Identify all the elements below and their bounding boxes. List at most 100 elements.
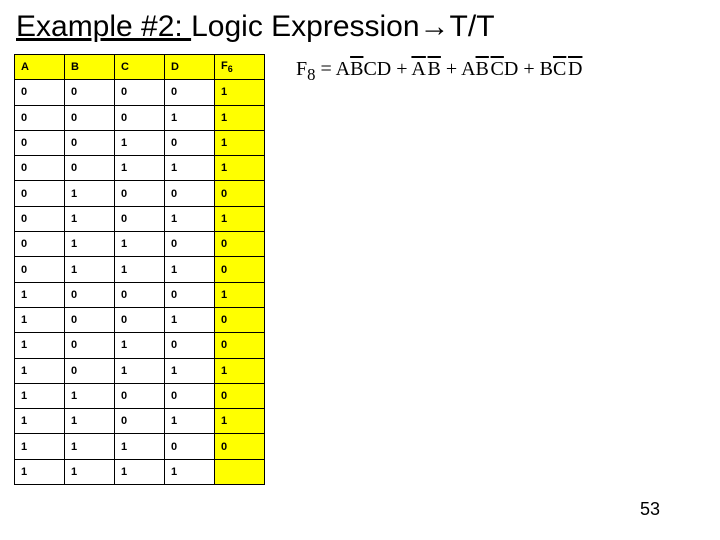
table-cell: 1 [165,257,215,282]
th-B: B [65,55,115,80]
table-row: 10100 [15,333,265,358]
plus2: + [441,58,461,80]
expr-F: F [296,58,307,80]
table-cell: 0 [65,156,115,181]
table-cell: 1 [215,282,265,307]
table-cell: 1 [65,459,115,484]
table-cell: 0 [165,181,215,206]
plus1: + [391,58,411,80]
table-cell: 1 [15,282,65,307]
table-cell: 1 [115,130,165,155]
table-cell: 0 [115,409,165,434]
table-cell: 0 [65,307,115,332]
table-cell: 0 [115,80,165,105]
th-C: C [115,55,165,80]
table-cell: 1 [115,232,165,257]
th-D: D [165,55,215,80]
table-cell: 1 [165,459,215,484]
table-cell: 0 [115,307,165,332]
table-cell: 0 [215,434,265,459]
table-cell: 0 [15,156,65,181]
table-cell: 0 [165,333,215,358]
table-row: 11000 [15,383,265,408]
table-cell: 0 [115,206,165,231]
table-cell: 0 [215,257,265,282]
table-cell: 1 [65,206,115,231]
table-row: 1111 [15,459,265,484]
table-cell: 1 [215,156,265,181]
table-cell: 1 [115,333,165,358]
table-row: 01100 [15,232,265,257]
table-cell: 1 [15,434,65,459]
table-row: 00001 [15,80,265,105]
table-cell: 1 [65,181,115,206]
table-row: 01011 [15,206,265,231]
table-cell: 1 [65,257,115,282]
table-cell: 0 [65,282,115,307]
table-cell: 1 [165,156,215,181]
table-cell: 1 [115,156,165,181]
table-head: A B C D F6 [15,55,265,80]
table-cell: 1 [65,434,115,459]
table-cell: 0 [65,333,115,358]
table-cell: 0 [115,181,165,206]
table-row: 01110 [15,257,265,282]
plus3: + [518,58,539,80]
table-cell: 0 [15,80,65,105]
table-cell: 1 [215,206,265,231]
term1: ABCD [336,58,392,80]
title-underlined: Example #2: [16,10,191,43]
table-cell: 0 [15,206,65,231]
table-row: 00011 [15,105,265,130]
table-cell: 0 [65,105,115,130]
table-cell: 0 [215,333,265,358]
table-row: 10010 [15,307,265,332]
table-cell: 1 [165,409,215,434]
table-row: 11011 [15,409,265,434]
table-cell: 0 [65,358,115,383]
table-header-row: A B C D F6 [15,55,265,80]
table-cell: 0 [15,130,65,155]
table-cell: 1 [65,409,115,434]
table-cell: 0 [215,383,265,408]
table-cell: 0 [15,257,65,282]
table-cell: 0 [165,383,215,408]
table-cell: 1 [115,434,165,459]
table-cell: 0 [215,232,265,257]
table-body: 0000100011001010011101000010110110001110… [15,80,265,485]
term2: A B [411,58,440,80]
table-cell: 1 [115,459,165,484]
table-cell: 0 [215,181,265,206]
title-rest: Logic Expression→T/T [191,10,494,43]
table-cell: 0 [165,80,215,105]
page-number: 53 [640,499,660,520]
expr-eq: = [315,58,335,80]
table-row: 10111 [15,358,265,383]
table-cell: 1 [65,232,115,257]
table-cell: 1 [165,206,215,231]
logic-expression: F8 = ABCD + A B + AB CD + BC D [296,58,582,85]
table-cell: 0 [165,282,215,307]
table-row: 10001 [15,282,265,307]
table-cell: 1 [215,130,265,155]
table-cell: 0 [165,232,215,257]
table-cell: 1 [165,105,215,130]
table-cell: 1 [15,333,65,358]
table-cell: 0 [15,105,65,130]
th-A: A [15,55,65,80]
table-cell: 1 [215,409,265,434]
table-cell: 1 [15,358,65,383]
table-cell [215,459,265,484]
page-title: Example #2: Logic Expression→T/T [0,0,720,50]
table-cell: 1 [215,80,265,105]
table-cell: 1 [15,383,65,408]
table-cell: 1 [15,409,65,434]
truth-table: A B C D F6 00001000110010100111010000101… [14,54,265,485]
table-cell: 0 [65,80,115,105]
table-cell: 0 [115,105,165,130]
table-row: 00101 [15,130,265,155]
table-row: 11100 [15,434,265,459]
term3: AB CD [461,58,518,80]
table-cell: 1 [15,307,65,332]
table-cell: 1 [115,257,165,282]
